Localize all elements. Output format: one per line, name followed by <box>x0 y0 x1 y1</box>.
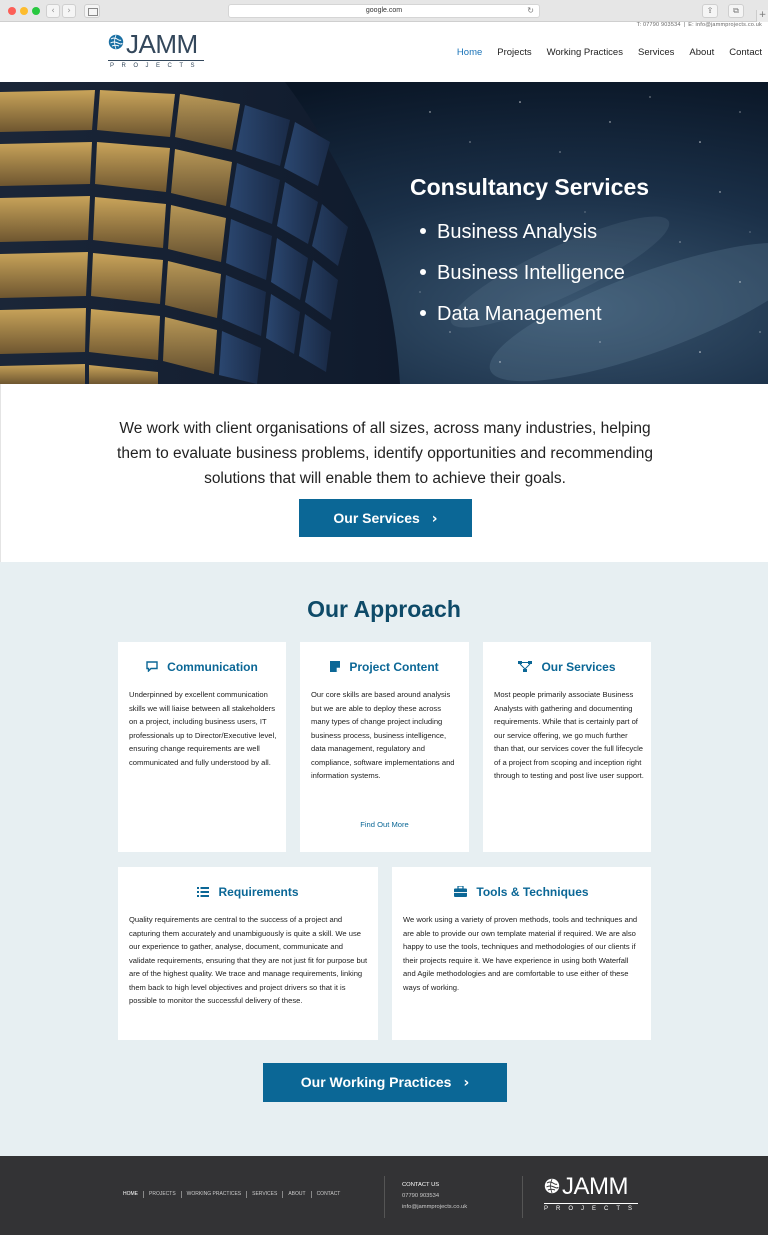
share-icon[interactable]: ⇪ <box>702 4 718 18</box>
footer-logo-divider <box>544 1203 638 1204</box>
footer-nav: HOME PROJECTS WORKING PRACTICES SERVICES… <box>123 1191 345 1198</box>
footer-divider <box>384 1176 385 1218</box>
footer-email[interactable]: info@jammprojects.co.uk <box>402 1202 467 1213</box>
hero-background-image <box>0 82 768 384</box>
card-header: Communication <box>118 660 286 674</box>
footer-logo-subtitle: PROJECTS <box>544 1206 641 1212</box>
find-out-more-link[interactable]: Find Out More <box>300 820 469 829</box>
hero-list-item: Data Management <box>420 301 625 342</box>
footer-phone: 07790 903534 <box>402 1193 440 1199</box>
site-header: T: 07790 903534 | E: info@jammprojects.co.… <box>0 22 768 82</box>
our-working-practices-button[interactable]: Our Working Practices › <box>263 1063 507 1102</box>
sitemap-icon <box>518 661 533 673</box>
back-button[interactable]: ‹ <box>46 4 60 18</box>
card-title: Project Content <box>349 660 439 674</box>
header-email[interactable]: E: info@jammprojects.co.uk <box>688 22 762 28</box>
card-header: Our Services <box>483 660 651 674</box>
globe-icon <box>544 1178 560 1194</box>
logo-divider <box>108 60 204 61</box>
maximize-window-button[interactable] <box>32 7 40 15</box>
nav-about[interactable]: About <box>689 47 714 58</box>
globe-icon <box>108 34 124 50</box>
reload-icon[interactable]: ↻ <box>527 5 534 17</box>
close-window-button[interactable] <box>8 7 16 15</box>
hero-list-item-label: Data Management <box>437 303 602 325</box>
card-tools-techniques: Tools & Techniques We work using a varie… <box>392 867 651 1040</box>
bullet-icon <box>420 268 426 275</box>
note-icon <box>330 661 341 673</box>
site-footer: HOME PROJECTS WORKING PRACTICES SERVICES… <box>0 1156 768 1235</box>
sidebar-toggle-icon[interactable] <box>84 4 100 18</box>
chevron-right-icon: › <box>463 1075 470 1091</box>
card-body: Most people primarily associate Business… <box>494 690 644 780</box>
logo-subtitle: PROJECTS <box>110 63 203 69</box>
our-services-button[interactable]: Our Services › <box>299 499 472 537</box>
hero-banner: Consultancy Services Business Analysis B… <box>0 82 768 384</box>
footer-logo[interactable]: JAMM PROJECTS <box>544 1174 644 1216</box>
list-icon <box>197 886 210 897</box>
header-contact-separator: | <box>683 22 686 28</box>
hero-list-item-label: Business Analysis <box>437 221 598 243</box>
our-services-button-label: Our Services <box>333 510 420 526</box>
logo-wordmark: JAMM <box>126 29 198 59</box>
footer-nav-about[interactable]: ABOUT <box>282 1191 310 1198</box>
intro-section: We work with client organisations of all… <box>0 384 768 562</box>
card-communication: Communication Underpinned by excellent c… <box>118 642 286 852</box>
browser-toolbar: ‹ › google.com ↻ ⇪ ⧉ + <box>0 0 768 22</box>
our-working-practices-button-label: Our Working Practices <box>300 1074 452 1090</box>
url-text: google.com <box>365 7 403 14</box>
footer-nav-projects[interactable]: PROJECTS <box>143 1191 181 1198</box>
main-nav: Home Projects Working Practices Services… <box>457 47 762 58</box>
minimize-window-button[interactable] <box>20 7 28 15</box>
hero-list-item-label: Business Intelligence <box>437 262 625 284</box>
header-contact: T: 07790 903534 | E: info@jammprojects.co.… <box>637 22 762 28</box>
site-logo[interactable]: JAMM PROJECTS <box>108 30 208 74</box>
card-requirements: Requirements Quality requirements are ce… <box>118 867 378 1040</box>
header-phone: T: 07790 903534 <box>636 22 681 28</box>
nav-projects[interactable]: Projects <box>497 47 531 58</box>
footer-divider <box>522 1176 523 1218</box>
footer-nav-contact[interactable]: CONTACT <box>310 1191 346 1198</box>
card-title: Our Services <box>541 660 616 674</box>
hero-title: Consultancy Services <box>410 174 650 200</box>
footer-contact: CONTACT US 07790 903534 info@jammproject… <box>402 1180 467 1213</box>
card-title: Tools & Techniques <box>476 885 589 899</box>
card-title: Communication <box>167 660 258 674</box>
footer-contact-title: CONTACT US <box>402 1182 440 1188</box>
bullet-icon <box>420 309 426 316</box>
card-project-content: Project Content Our core skills are base… <box>300 642 469 852</box>
card-header: Requirements <box>118 885 378 899</box>
section-title: Our Approach <box>307 596 461 622</box>
intro-text: We work with client organisations of all… <box>117 420 653 487</box>
hero-list-item: Business Intelligence <box>420 260 625 301</box>
footer-nav-home[interactable]: HOME <box>123 1191 143 1198</box>
briefcase-icon <box>454 886 468 898</box>
chevron-right-icon: › <box>431 511 438 527</box>
nav-contact[interactable]: Contact <box>729 47 762 58</box>
nav-services[interactable]: Services <box>638 47 674 58</box>
card-body: We work using a variety of proven method… <box>403 915 638 992</box>
card-body: Underpinned by excellent communication s… <box>129 690 277 767</box>
forward-button[interactable]: › <box>62 4 76 18</box>
card-title: Requirements <box>218 885 299 899</box>
footer-nav-working-practices[interactable]: WORKING PRACTICES <box>180 1191 246 1198</box>
tabs-overview-icon[interactable]: ⧉ <box>728 4 744 18</box>
nav-home[interactable]: Home <box>457 47 482 58</box>
hero-list-item: Business Analysis <box>420 219 625 260</box>
speech-bubble-icon <box>146 661 158 673</box>
card-header: Project Content <box>300 660 469 674</box>
footer-logo-wordmark: JAMM <box>562 1173 629 1200</box>
new-tab-button[interactable]: + <box>756 10 768 22</box>
card-our-services: Our Services Most people primarily assoc… <box>483 642 651 852</box>
card-body: Quality requirements are central to the … <box>129 915 368 1005</box>
address-bar[interactable]: google.com ↻ <box>228 4 540 18</box>
approach-section: Our Approach Communication Underpinned b… <box>0 562 768 1156</box>
hero-service-list: Business Analysis Business Intelligence … <box>420 219 625 342</box>
footer-nav-services[interactable]: SERVICES <box>246 1191 282 1198</box>
card-header: Tools & Techniques <box>392 885 651 899</box>
card-body: Our core skills are based around analysi… <box>311 690 455 780</box>
bullet-icon <box>420 227 426 234</box>
nav-working-practices[interactable]: Working Practices <box>547 47 623 58</box>
